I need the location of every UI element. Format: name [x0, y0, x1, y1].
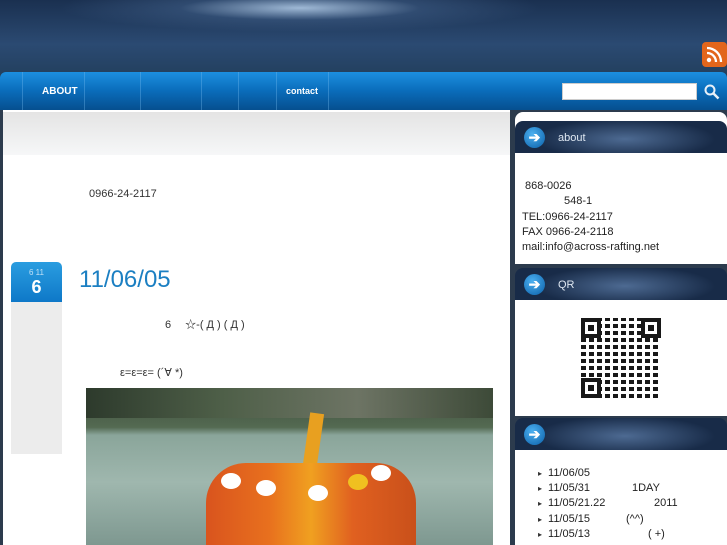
date-day: 6 [31, 277, 42, 297]
recent-post-item[interactable]: 11/05/13 ( +) [538, 528, 665, 540]
site-header [0, 0, 727, 74]
widget-header-qr: ➔ QR [515, 268, 727, 300]
about-tel: TEL:0966-24-2117 [522, 211, 613, 223]
recent-post-date: 11/05/13 [548, 528, 591, 540]
post-text-line: ε=ε=ε= (´∀ *) [120, 367, 183, 379]
recent-post-text: ( +) [648, 528, 665, 540]
recent-post-date: 11/05/21.22 [548, 497, 606, 509]
arrow-right-icon: ➔ [524, 127, 545, 148]
recent-post-item[interactable]: 11/05/21.22 2011 [538, 497, 678, 509]
recent-post-item[interactable]: 11/05/31 1DAY [538, 482, 660, 494]
post-photo-rafting [86, 388, 493, 545]
qr-code [581, 318, 661, 398]
about-fax: FAX 0966-24-2118 [522, 226, 614, 238]
rss-feed-button[interactable] [702, 42, 727, 67]
rss-icon [706, 46, 723, 63]
sidebar: ➔ about 868-0026 548-1 TEL:0966-24-2117 … [515, 110, 727, 545]
widget-header-about: ➔ about [515, 121, 727, 153]
about-postal: 868-0026 [525, 180, 572, 192]
recent-post-text: (^^) [626, 513, 644, 525]
date-month-year: 6 11 [29, 268, 44, 277]
recent-post-item[interactable]: 11/05/15 (^^) [538, 513, 644, 525]
recent-post-date: 11/05/15 [548, 513, 591, 525]
about-mail[interactable]: mail:info@across-rafting.net [522, 241, 659, 253]
search-icon[interactable] [703, 83, 721, 101]
post-title[interactable]: 11/06/05 [79, 266, 171, 294]
content-top-band [3, 112, 510, 155]
recent-post-text: 1DAY [632, 482, 660, 494]
recent-post-item[interactable]: 11/06/05 [538, 467, 590, 479]
main-content: 0966-24-2117 6 11 6 11/06/05 6 ☆-( Д ) (… [3, 110, 510, 545]
widget-title: about [558, 132, 586, 144]
about-address: 548-1 [564, 195, 593, 207]
search-input[interactable] [562, 83, 697, 100]
recent-post-text: 2011 [654, 497, 678, 509]
date-badge: 6 11 6 [11, 262, 62, 454]
phone-number: 0966-24-2117 [89, 188, 157, 200]
widget-header-recent: ➔ [515, 418, 727, 450]
recent-post-date: 11/06/05 [548, 467, 591, 479]
nav-contact[interactable]: contact [286, 86, 318, 96]
recent-post-date: 11/05/31 [548, 482, 591, 494]
arrow-right-icon: ➔ [524, 274, 545, 295]
arrow-right-icon: ➔ [524, 424, 545, 445]
post-text-line: 6 ☆-( Д ) ( Д ) [165, 319, 245, 331]
nav-about[interactable]: ABOUT [42, 86, 78, 97]
widget-title: QR [558, 279, 575, 291]
